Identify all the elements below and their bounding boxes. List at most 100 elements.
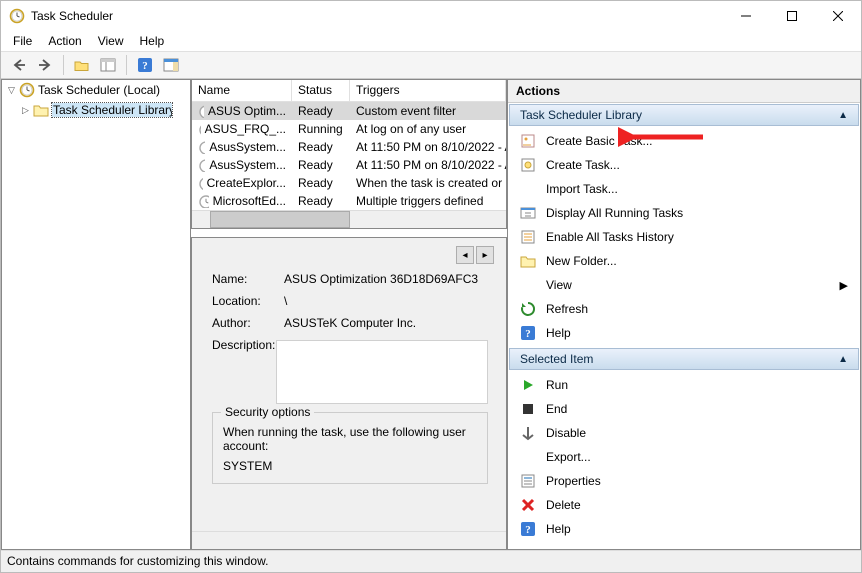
table-row[interactable]: ASUS Optim...ReadyCustom event filter — [192, 102, 506, 120]
actions-section-library-label: Task Scheduler Library — [520, 108, 642, 122]
action-label: View — [546, 278, 572, 292]
table-row[interactable]: ASUS_FRQ_...RunningAt log on of any user — [192, 120, 506, 138]
location-value: \ — [284, 294, 488, 308]
delete-icon — [520, 497, 536, 513]
expander-icon[interactable]: ▽ — [6, 85, 17, 96]
help-toolbar-button[interactable] — [133, 54, 157, 76]
menu-file[interactable]: File — [5, 32, 40, 50]
action-refresh[interactable]: Refresh — [508, 297, 860, 321]
action-label: Export... — [546, 450, 591, 464]
security-options-group: Security options When running the task, … — [212, 412, 488, 484]
title-bar: Task Scheduler — [1, 1, 861, 31]
action-item-export[interactable]: Export... — [508, 445, 860, 469]
actions-section-library[interactable]: Task Scheduler Library ▲ — [509, 104, 859, 126]
author-value: ASUSTeK Computer Inc. — [284, 316, 488, 330]
history-icon — [520, 229, 536, 245]
close-button[interactable] — [815, 1, 861, 31]
window-title: Task Scheduler — [31, 9, 113, 23]
menu-action[interactable]: Action — [40, 32, 89, 50]
refresh-icon — [520, 301, 536, 317]
action-label: Help — [546, 522, 571, 536]
tree-library[interactable]: ▷ Task Scheduler Library — [2, 100, 190, 120]
action-help[interactable]: Help — [508, 321, 860, 345]
column-status[interactable]: Status — [292, 80, 350, 102]
security-legend: Security options — [221, 405, 314, 419]
action-label: Create Task... — [546, 158, 620, 172]
expander-icon[interactable]: ▷ — [20, 105, 31, 116]
action-label: New Folder... — [546, 254, 617, 268]
clock-icon — [19, 82, 35, 98]
action-item-help[interactable]: Help — [508, 517, 860, 541]
detail-scrollbar[interactable] — [192, 531, 506, 549]
action-label: Run — [546, 378, 568, 392]
name-value: ASUS Optimization 36D18D69AFC3 — [284, 272, 488, 286]
action-item-disable[interactable]: Disable — [508, 421, 860, 445]
location-label: Location: — [212, 294, 284, 308]
tree-panel[interactable]: ▽ Task Scheduler (Local) ▷ Task Schedule… — [1, 79, 191, 550]
task-list-scrollbar[interactable] — [192, 210, 506, 228]
action-import-task[interactable]: Import Task... — [508, 177, 860, 201]
description-box[interactable] — [276, 340, 488, 404]
action-label: Import Task... — [546, 182, 618, 196]
toolbar — [1, 51, 861, 79]
end-icon — [520, 401, 536, 417]
forward-button[interactable] — [33, 54, 57, 76]
task-list[interactable]: Name Status Triggers ASUS Optim...ReadyC… — [191, 79, 507, 229]
action-label: Create Basic Task... — [546, 134, 653, 148]
action-item-run[interactable]: Run — [508, 373, 860, 397]
description-label: Description: — [212, 338, 276, 352]
tab-prev-button[interactable]: ◂ — [456, 246, 474, 264]
pane-layout-button[interactable] — [96, 54, 120, 76]
action-view[interactable]: View ▶ — [508, 273, 860, 297]
action-label: Disable — [546, 426, 586, 440]
action-item-end[interactable]: End — [508, 397, 860, 421]
action-label: Refresh — [546, 302, 588, 316]
running-icon — [520, 205, 536, 221]
menu-bar: File Action View Help — [1, 31, 861, 51]
table-row[interactable]: MicrosoftEd...ReadyMultiple triggers def… — [192, 192, 506, 210]
run-icon — [520, 377, 536, 393]
folder-icon — [520, 253, 536, 269]
action-enable-all-tasks-history[interactable]: Enable All Tasks History — [508, 225, 860, 249]
maximize-button[interactable] — [769, 1, 815, 31]
menu-view[interactable]: View — [90, 32, 132, 50]
column-triggers[interactable]: Triggers — [350, 80, 506, 102]
column-name[interactable]: Name — [192, 80, 292, 102]
menu-help[interactable]: Help — [132, 32, 173, 50]
name-label: Name: — [212, 272, 284, 286]
action-label: End — [546, 402, 567, 416]
action-create-basic-task[interactable]: Create Basic Task... — [508, 129, 860, 153]
props-icon — [520, 473, 536, 489]
action-item-properties[interactable]: Properties — [508, 469, 860, 493]
tab-next-button[interactable]: ▸ — [476, 246, 494, 264]
back-button[interactable] — [7, 54, 31, 76]
actions-panel: Actions Task Scheduler Library ▲ Create … — [507, 79, 861, 550]
minimize-button[interactable] — [723, 1, 769, 31]
detail-pane: ◂ ▸ Name:ASUS Optimization 36D18D69AFC3 … — [191, 237, 507, 550]
pane-toggle-button[interactable] — [159, 54, 183, 76]
action-label: Enable All Tasks History — [546, 230, 674, 244]
help-icon — [520, 521, 536, 537]
table-row[interactable]: AsusSystem...ReadyAt 11:50 PM on 8/10/20… — [192, 138, 506, 156]
folder-up-button[interactable] — [70, 54, 94, 76]
security-text: When running the task, use the following… — [223, 425, 477, 453]
security-account: SYSTEM — [223, 459, 477, 473]
actions-section-selected[interactable]: Selected Item ▲ — [509, 348, 859, 370]
action-label: Properties — [546, 474, 601, 488]
table-row[interactable]: AsusSystem...ReadyAt 11:50 PM on 8/10/20… — [192, 156, 506, 174]
tree-root-label: Task Scheduler (Local) — [38, 83, 160, 97]
action-new-folder[interactable]: New Folder... — [508, 249, 860, 273]
table-row[interactable]: CreateExplor...ReadyWhen the task is cre… — [192, 174, 506, 192]
action-display-all-running-tasks[interactable]: Display All Running Tasks — [508, 201, 860, 225]
folder-icon — [33, 102, 49, 118]
status-bar: Contains commands for customizing this w… — [1, 550, 861, 572]
action-create-task[interactable]: Create Task... — [508, 153, 860, 177]
tree-library-label: Task Scheduler Library — [52, 103, 172, 117]
author-label: Author: — [212, 316, 284, 330]
action-item-delete[interactable]: Delete — [508, 493, 860, 517]
tree-root[interactable]: ▽ Task Scheduler (Local) — [2, 80, 190, 100]
actions-section-selected-label: Selected Item — [520, 352, 593, 366]
actions-header: Actions — [508, 80, 860, 103]
disable-icon — [520, 425, 536, 441]
chevron-right-icon: ▶ — [840, 279, 848, 292]
